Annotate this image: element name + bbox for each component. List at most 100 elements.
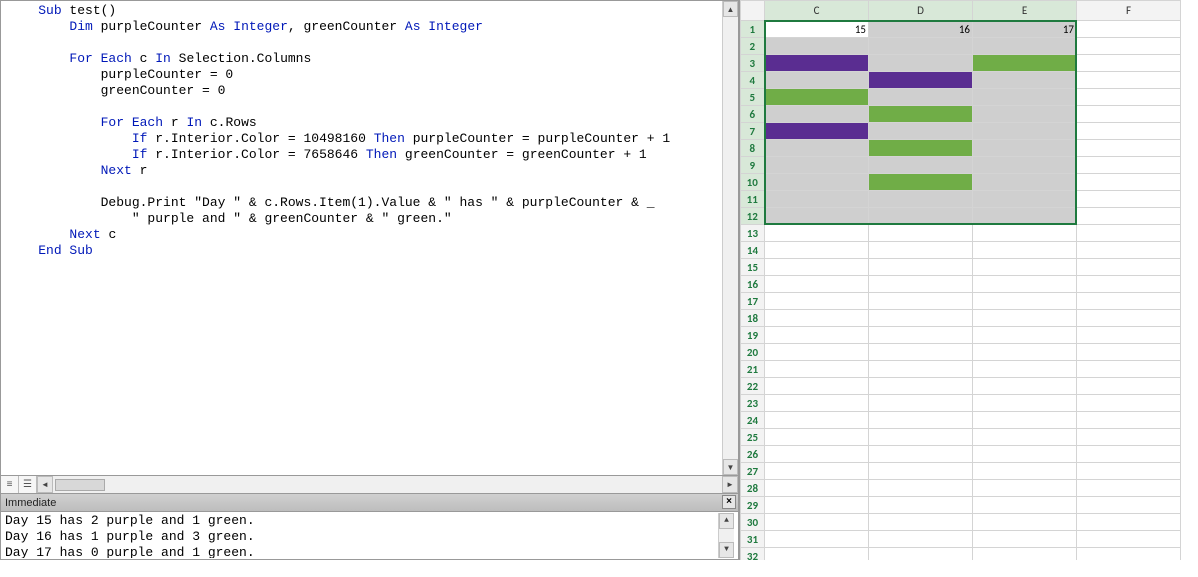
cell-D29[interactable] xyxy=(869,497,973,514)
select-all-corner[interactable] xyxy=(741,1,765,21)
cell-D21[interactable] xyxy=(869,361,973,378)
cell-D18[interactable] xyxy=(869,310,973,327)
row-header-15[interactable]: 15 xyxy=(741,259,765,276)
cell-D22[interactable] xyxy=(869,378,973,395)
cell-D17[interactable] xyxy=(869,293,973,310)
row-header-14[interactable]: 14 xyxy=(741,242,765,259)
row-header-27[interactable]: 27 xyxy=(741,463,765,480)
cell-C23[interactable] xyxy=(765,395,869,412)
cell-F6[interactable] xyxy=(1077,106,1181,123)
cell-E29[interactable] xyxy=(973,497,1077,514)
cell-F2[interactable] xyxy=(1077,38,1181,55)
column-header-F[interactable]: F xyxy=(1077,1,1181,21)
row-header-22[interactable]: 22 xyxy=(741,378,765,395)
code-horizontal-scrollbar[interactable]: ◄ ► xyxy=(37,476,738,493)
scroll-up-icon[interactable]: ▲ xyxy=(723,1,738,17)
cell-D6[interactable] xyxy=(869,106,973,123)
cell-F11[interactable] xyxy=(1077,191,1181,208)
cell-D8[interactable] xyxy=(869,140,973,157)
cell-F17[interactable] xyxy=(1077,293,1181,310)
cell-F15[interactable] xyxy=(1077,259,1181,276)
immediate-vertical-scrollbar[interactable]: ▲ ▼ xyxy=(718,513,734,558)
cell-D10[interactable] xyxy=(869,174,973,191)
row-header-28[interactable]: 28 xyxy=(741,480,765,497)
cell-E25[interactable] xyxy=(973,429,1077,446)
cell-D19[interactable] xyxy=(869,327,973,344)
row-header-29[interactable]: 29 xyxy=(741,497,765,514)
cell-E18[interactable] xyxy=(973,310,1077,327)
code-vertical-scrollbar[interactable]: ▲ ▼ xyxy=(722,1,738,475)
row-header-10[interactable]: 10 xyxy=(741,174,765,191)
cell-F32[interactable] xyxy=(1077,548,1181,561)
row-header-3[interactable]: 3 xyxy=(741,55,765,72)
cell-D26[interactable] xyxy=(869,446,973,463)
cell-D28[interactable] xyxy=(869,480,973,497)
cell-F16[interactable] xyxy=(1077,276,1181,293)
cell-E14[interactable] xyxy=(973,242,1077,259)
cell-E5[interactable] xyxy=(973,89,1077,106)
cell-D5[interactable] xyxy=(869,89,973,106)
scroll-down-icon[interactable]: ▼ xyxy=(719,542,734,558)
scroll-right-icon[interactable]: ► xyxy=(722,476,738,493)
cell-C26[interactable] xyxy=(765,446,869,463)
cell-F18[interactable] xyxy=(1077,310,1181,327)
cell-D31[interactable] xyxy=(869,531,973,548)
row-header-25[interactable]: 25 xyxy=(741,429,765,446)
cell-E30[interactable] xyxy=(973,514,1077,531)
cell-C6[interactable] xyxy=(765,106,869,123)
row-header-17[interactable]: 17 xyxy=(741,293,765,310)
cell-C5[interactable] xyxy=(765,89,869,106)
row-header-18[interactable]: 18 xyxy=(741,310,765,327)
cell-C17[interactable] xyxy=(765,293,869,310)
cell-E22[interactable] xyxy=(973,378,1077,395)
immediate-output[interactable]: Day 15 has 2 purple and 1 green. Day 16 … xyxy=(5,513,718,558)
cell-F14[interactable] xyxy=(1077,242,1181,259)
row-header-4[interactable]: 4 xyxy=(741,72,765,89)
cell-E12[interactable] xyxy=(973,208,1077,225)
cell-F21[interactable] xyxy=(1077,361,1181,378)
row-header-9[interactable]: 9 xyxy=(741,157,765,174)
cell-C13[interactable] xyxy=(765,225,869,242)
cell-F3[interactable] xyxy=(1077,55,1181,72)
cell-C14[interactable] xyxy=(765,242,869,259)
cell-D23[interactable] xyxy=(869,395,973,412)
cell-F25[interactable] xyxy=(1077,429,1181,446)
cell-E26[interactable] xyxy=(973,446,1077,463)
cell-D15[interactable] xyxy=(869,259,973,276)
cell-D3[interactable] xyxy=(869,55,973,72)
cell-E10[interactable] xyxy=(973,174,1077,191)
cell-D9[interactable] xyxy=(869,157,973,174)
cell-C11[interactable] xyxy=(765,191,869,208)
cell-C16[interactable] xyxy=(765,276,869,293)
row-header-5[interactable]: 5 xyxy=(741,89,765,106)
column-header-E[interactable]: E xyxy=(973,1,1077,21)
cell-C24[interactable] xyxy=(765,412,869,429)
scroll-left-icon[interactable]: ◄ xyxy=(37,476,53,493)
cell-F10[interactable] xyxy=(1077,174,1181,191)
cell-E23[interactable] xyxy=(973,395,1077,412)
cell-D27[interactable] xyxy=(869,463,973,480)
cell-F20[interactable] xyxy=(1077,344,1181,361)
cell-F5[interactable] xyxy=(1077,89,1181,106)
cell-F30[interactable] xyxy=(1077,514,1181,531)
cell-C32[interactable] xyxy=(765,548,869,561)
row-header-12[interactable]: 12 xyxy=(741,208,765,225)
cell-F19[interactable] xyxy=(1077,327,1181,344)
cell-F22[interactable] xyxy=(1077,378,1181,395)
cell-E16[interactable] xyxy=(973,276,1077,293)
row-header-8[interactable]: 8 xyxy=(741,140,765,157)
cell-D4[interactable] xyxy=(869,72,973,89)
cell-F24[interactable] xyxy=(1077,412,1181,429)
cell-E3[interactable] xyxy=(973,55,1077,72)
cell-D16[interactable] xyxy=(869,276,973,293)
cell-F27[interactable] xyxy=(1077,463,1181,480)
cell-E28[interactable] xyxy=(973,480,1077,497)
full-module-view-icon[interactable]: ☰ xyxy=(19,476,37,493)
cell-E27[interactable] xyxy=(973,463,1077,480)
cell-C8[interactable] xyxy=(765,140,869,157)
cell-C28[interactable] xyxy=(765,480,869,497)
cell-D30[interactable] xyxy=(869,514,973,531)
cell-C10[interactable] xyxy=(765,174,869,191)
cell-E1[interactable]: 17 xyxy=(973,21,1077,38)
cell-C12[interactable] xyxy=(765,208,869,225)
